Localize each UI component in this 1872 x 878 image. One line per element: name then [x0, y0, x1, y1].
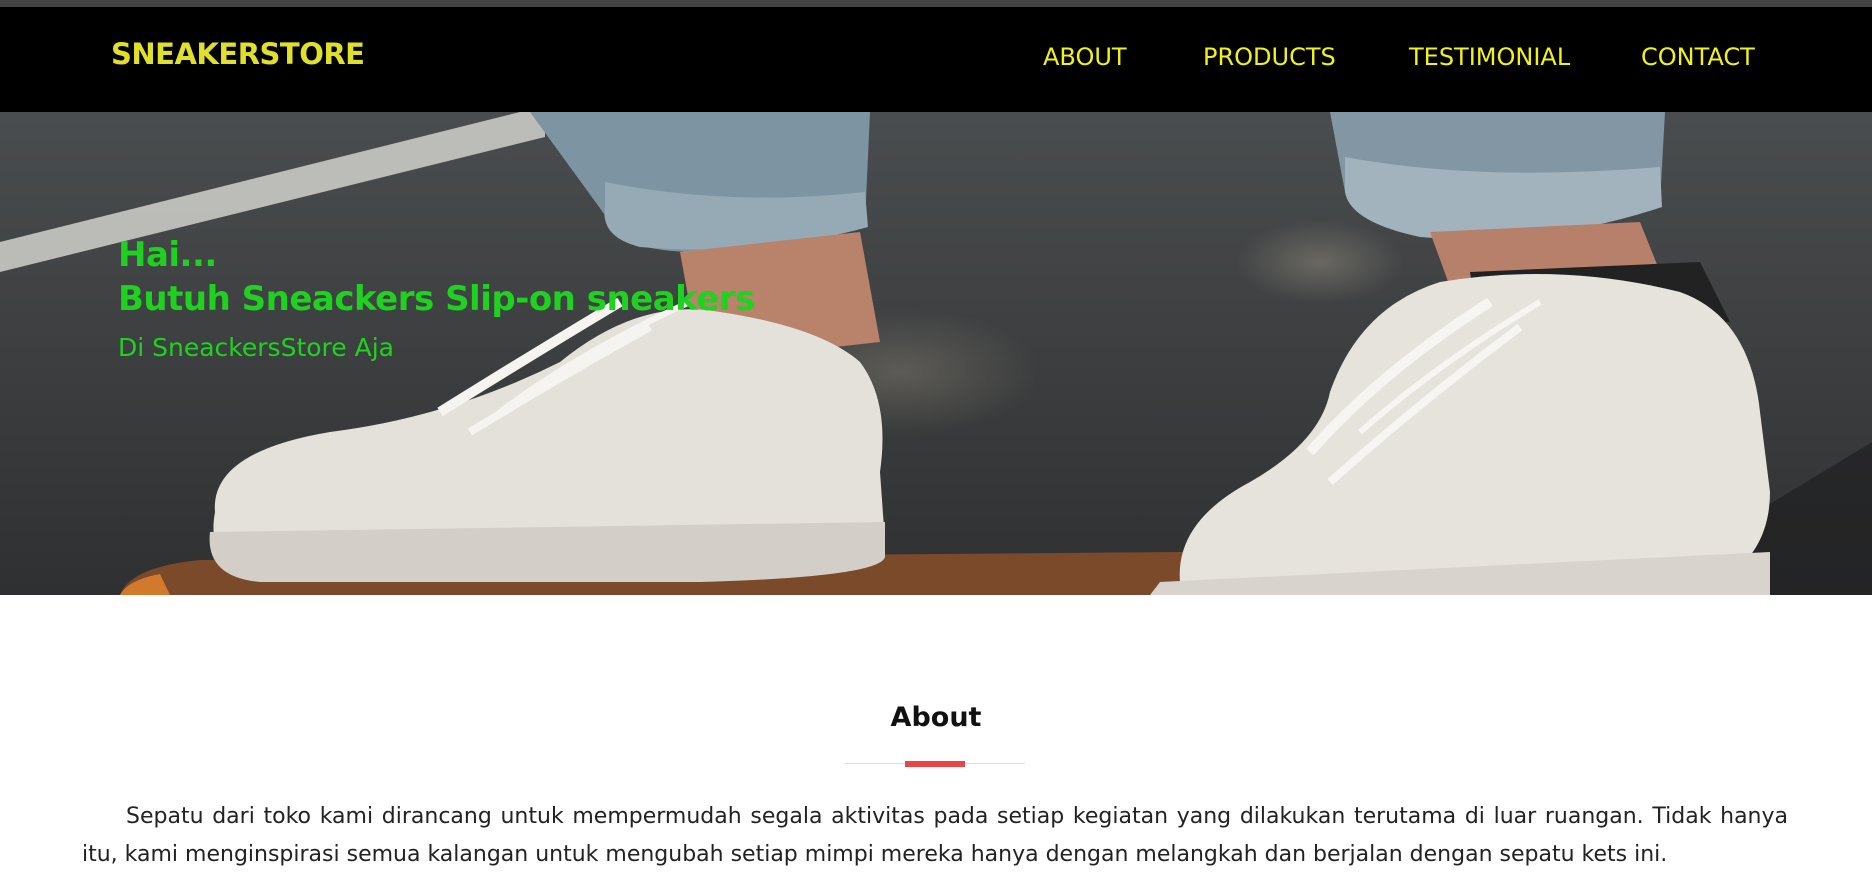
- about-divider-accent: [905, 761, 965, 767]
- hero-text-block: Hai... Butuh Sneackers Slip-on sneakers …: [118, 233, 755, 362]
- nav-link-testimonial[interactable]: TESTIMONIAL: [1409, 43, 1570, 71]
- nav-link-about[interactable]: ABOUT: [1043, 43, 1127, 71]
- hero-title: Butuh Sneackers Slip-on sneakers: [118, 279, 755, 319]
- navbar: SNEAKERSTORE ABOUT PRODUCTS TESTIMONIAL …: [0, 7, 1872, 112]
- nav-links: ABOUT PRODUCTS TESTIMONIAL CONTACT: [0, 43, 1872, 83]
- hero-banner: Hai... Butuh Sneackers Slip-on sneakers …: [0, 112, 1872, 595]
- nav-link-products[interactable]: PRODUCTS: [1203, 43, 1336, 71]
- browser-top-strip: [0, 0, 1872, 7]
- about-section: About Sepatu dari toko kami dirancang un…: [0, 595, 1872, 878]
- hero-greeting: Hai...: [118, 235, 217, 275]
- hero-subtitle: Di SneackersStore Aja: [118, 333, 394, 362]
- about-heading: About: [890, 702, 982, 733]
- nav-link-contact[interactable]: CONTACT: [1641, 43, 1755, 71]
- about-paragraph: Sepatu dari toko kami dirancang untuk me…: [82, 804, 1788, 867]
